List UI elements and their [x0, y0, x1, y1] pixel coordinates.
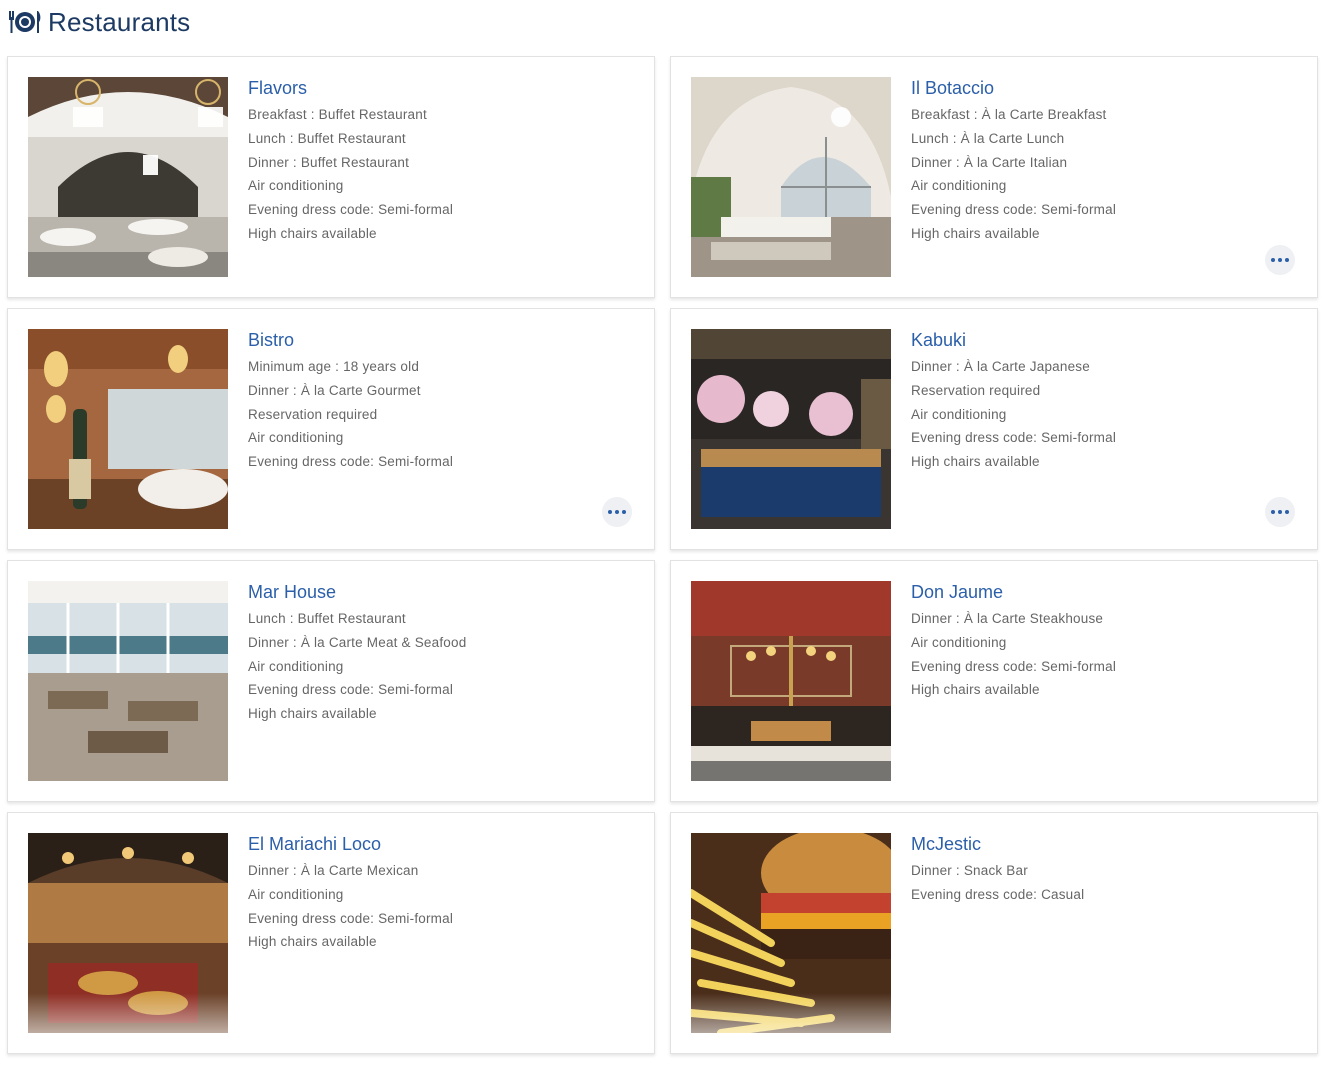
restaurant-detail: Minimum age : 18 years old — [248, 359, 420, 374]
mar-house-photo[interactable] — [28, 581, 228, 781]
restaurant-card-il-botaccio[interactable]: Il Botaccio Breakfast : À la Carte Break… — [670, 56, 1318, 298]
more-dot-icon — [1271, 510, 1275, 514]
restaurant-detail: Evening dress code: Semi-formal — [248, 454, 454, 470]
restaurant-detail: Evening dress code: Semi-formal — [248, 202, 454, 218]
restaurant-detail: Air conditioning — [248, 658, 344, 674]
restaurant-detail: Evening dress code: Casual — [911, 886, 1085, 902]
restaurant-info: El Mariachi Loco Dinner : À la Carte Mex… — [248, 833, 634, 954]
flavors-photo[interactable] — [28, 77, 228, 277]
restaurant-detail: Reservation required — [911, 382, 1041, 398]
restaurant-detail: Evening dress code: Semi-formal — [911, 430, 1117, 446]
restaurant-detail: Breakfast : Buffet Restaurant — [248, 107, 427, 122]
il-botaccio-photo[interactable] — [691, 77, 891, 277]
more-dot-icon — [615, 510, 619, 514]
restaurant-detail: Air conditioning — [248, 886, 344, 902]
restaurant-card-mar-house[interactable]: Mar House Lunch : Buffet Restaurant Dinn… — [7, 560, 655, 802]
restaurant-detail: Evening dress code: Semi-formal — [911, 202, 1117, 218]
page-title: Restaurants — [48, 6, 191, 37]
restaurant-info: Bistro Minimum age : 18 years old Dinner… — [248, 329, 634, 474]
restaurant-name[interactable]: McJestic — [911, 833, 1297, 855]
restaurant-detail: Air conditioning — [911, 406, 1007, 422]
restaurant-detail: Evening dress code: Semi-formal — [248, 682, 454, 698]
restaurant-detail: High chairs available — [248, 225, 377, 241]
restaurant-name[interactable]: Don Jaume — [911, 581, 1297, 603]
restaurant-card-don-jaume[interactable]: Don Jaume Dinner : À la Carte Steakhouse… — [670, 560, 1318, 802]
restaurant-name[interactable]: Bistro — [248, 329, 634, 351]
kabuki-photo[interactable] — [691, 329, 891, 529]
restaurant-detail: Dinner : À la Carte Italian — [911, 154, 1068, 170]
restaurant-detail: High chairs available — [248, 934, 377, 950]
restaurant-detail: Lunch : Buffet Restaurant — [248, 130, 406, 146]
restaurant-name[interactable]: Mar House — [248, 581, 634, 603]
restaurant-detail: Lunch : Buffet Restaurant — [248, 611, 406, 626]
don-jaume-photo[interactable] — [691, 581, 891, 781]
dining-icon — [8, 8, 42, 36]
restaurant-detail: Dinner : À la Carte Steakhouse — [911, 611, 1104, 626]
el-mariachi-loco-photo[interactable] — [28, 833, 228, 1033]
restaurant-detail: Dinner : À la Carte Gourmet — [248, 382, 421, 398]
restaurant-detail: Dinner : Buffet Restaurant — [248, 154, 410, 170]
restaurant-info: Kabuki Dinner : À la Carte Japanese Rese… — [911, 329, 1297, 474]
restaurant-info: Mar House Lunch : Buffet Restaurant Dinn… — [248, 581, 634, 726]
restaurant-detail: Air conditioning — [248, 430, 344, 446]
restaurant-detail: High chairs available — [911, 454, 1040, 470]
restaurant-card-bistro[interactable]: Bistro Minimum age : 18 years old Dinner… — [7, 308, 655, 550]
mcjestic-photo[interactable] — [691, 833, 891, 1033]
restaurant-detail: High chairs available — [911, 225, 1040, 241]
more-dot-icon — [608, 510, 612, 514]
restaurant-detail: Lunch : À la Carte Lunch — [911, 130, 1065, 146]
more-dot-icon — [1278, 510, 1282, 514]
restaurant-detail: Dinner : À la Carte Meat & Seafood — [248, 634, 467, 650]
restaurant-detail: Dinner : À la Carte Mexican — [248, 863, 419, 878]
restaurant-detail: Dinner : Snack Bar — [911, 863, 1028, 878]
restaurant-detail: High chairs available — [911, 682, 1040, 698]
restaurant-detail: Evening dress code: Semi-formal — [248, 910, 454, 926]
restaurant-name[interactable]: Kabuki — [911, 329, 1297, 351]
restaurant-detail: Air conditioning — [911, 178, 1007, 194]
restaurant-info: Don Jaume Dinner : À la Carte Steakhouse… — [911, 581, 1297, 702]
more-options-button[interactable] — [1265, 497, 1295, 527]
restaurant-name[interactable]: Flavors — [248, 77, 634, 99]
more-options-button[interactable] — [1265, 245, 1295, 275]
restaurant-detail: Breakfast : À la Carte Breakfast — [911, 107, 1107, 122]
more-dot-icon — [1285, 258, 1289, 262]
restaurant-card-el-mariachi-loco[interactable]: El Mariachi Loco Dinner : À la Carte Mex… — [7, 812, 655, 1054]
more-dot-icon — [1271, 258, 1275, 262]
restaurant-info: Flavors Breakfast : Buffet Restaurant Lu… — [248, 77, 634, 246]
restaurant-grid: Flavors Breakfast : Buffet Restaurant Lu… — [7, 56, 1318, 1054]
restaurant-info: Il Botaccio Breakfast : À la Carte Break… — [911, 77, 1297, 246]
restaurant-detail: Air conditioning — [248, 178, 344, 194]
restaurant-card-mcjestic[interactable]: McJestic Dinner : Snack Bar Evening dres… — [670, 812, 1318, 1054]
more-dot-icon — [1278, 258, 1282, 262]
more-dot-icon — [1285, 510, 1289, 514]
restaurant-detail: Air conditioning — [911, 634, 1007, 650]
restaurant-detail: Evening dress code: Semi-formal — [911, 658, 1117, 674]
restaurant-card-flavors[interactable]: Flavors Breakfast : Buffet Restaurant Lu… — [7, 56, 655, 298]
bistro-photo[interactable] — [28, 329, 228, 529]
restaurant-name[interactable]: Il Botaccio — [911, 77, 1297, 99]
page-header: Restaurants — [0, 0, 1326, 44]
more-options-button[interactable] — [602, 497, 632, 527]
restaurant-detail: Reservation required — [248, 406, 378, 422]
restaurant-card-kabuki[interactable]: Kabuki Dinner : À la Carte Japanese Rese… — [670, 308, 1318, 550]
restaurant-detail: Dinner : À la Carte Japanese — [911, 359, 1090, 374]
restaurant-detail: High chairs available — [248, 706, 377, 722]
restaurant-info: McJestic Dinner : Snack Bar Evening dres… — [911, 833, 1297, 907]
more-dot-icon — [622, 510, 626, 514]
restaurant-name[interactable]: El Mariachi Loco — [248, 833, 634, 855]
